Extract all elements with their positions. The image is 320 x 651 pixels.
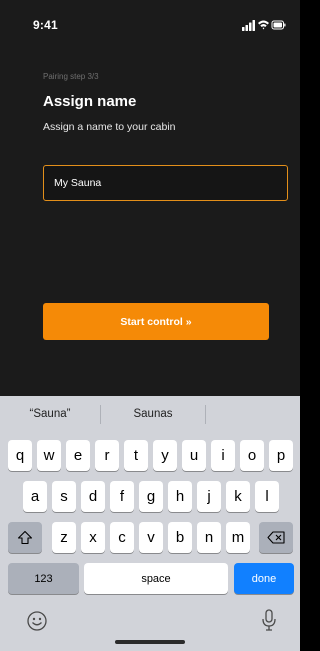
key-s[interactable]: s [52, 481, 76, 512]
key-b[interactable]: b [168, 522, 192, 553]
key-k[interactable]: k [226, 481, 250, 512]
emoji-button[interactable] [26, 610, 48, 632]
key-u[interactable]: u [182, 440, 206, 471]
key-p[interactable]: p [269, 440, 293, 471]
page-subtitle: Assign a name to your cabin [43, 121, 176, 133]
home-indicator [115, 640, 185, 644]
key-f[interactable]: f [110, 481, 134, 512]
status-time: 9:41 [33, 18, 58, 32]
key-o[interactable]: o [240, 440, 264, 471]
key-y[interactable]: y [153, 440, 177, 471]
key-d[interactable]: d [81, 481, 105, 512]
key-r[interactable]: r [95, 440, 119, 471]
status-bar: 9:41 [0, 0, 300, 46]
key-i[interactable]: i [211, 440, 235, 471]
signal-icon [242, 20, 255, 31]
start-control-button[interactable]: Start control » [43, 303, 269, 340]
key-j[interactable]: j [197, 481, 221, 512]
pairing-step-label: Pairing step 3/3 [43, 72, 99, 81]
key-m[interactable]: m [226, 522, 250, 553]
suggestion-item[interactable]: “Sauna” [0, 396, 100, 432]
numbers-key[interactable]: 123 [8, 563, 79, 594]
key-v[interactable]: v [139, 522, 163, 553]
done-key[interactable]: done [234, 563, 294, 594]
emoji-icon [27, 611, 47, 631]
backspace-icon [267, 531, 285, 544]
cabin-name-input[interactable] [43, 165, 288, 201]
microphone-icon [262, 609, 276, 631]
suggestion-bar: “Sauna” Saunas [0, 396, 300, 432]
key-h[interactable]: h [168, 481, 192, 512]
suggestion-item[interactable] [206, 396, 300, 432]
shift-icon [17, 530, 33, 545]
page-title: Assign name [43, 93, 137, 110]
key-c[interactable]: c [110, 522, 134, 553]
key-g[interactable]: g [139, 481, 163, 512]
keyboard: “Sauna” Saunas q w e r t y u i o p a s d… [0, 396, 300, 651]
battery-icon [271, 20, 286, 30]
shift-key[interactable] [8, 522, 42, 553]
space-key[interactable]: space [84, 563, 228, 594]
key-q[interactable]: q [8, 440, 32, 471]
status-icons [242, 19, 286, 31]
key-z[interactable]: z [52, 522, 76, 553]
key-l[interactable]: l [255, 481, 279, 512]
key-x[interactable]: x [81, 522, 105, 553]
key-w[interactable]: w [37, 440, 61, 471]
backspace-key[interactable] [259, 522, 293, 553]
suggestion-item[interactable]: Saunas [101, 396, 205, 432]
key-e[interactable]: e [66, 440, 90, 471]
key-a[interactable]: a [23, 481, 47, 512]
key-n[interactable]: n [197, 522, 221, 553]
key-t[interactable]: t [124, 440, 148, 471]
microphone-button[interactable] [261, 608, 277, 632]
wifi-icon [258, 20, 269, 30]
phone-screen: 9:41 Pairing step 3/3 Assign name Assign… [0, 0, 300, 651]
